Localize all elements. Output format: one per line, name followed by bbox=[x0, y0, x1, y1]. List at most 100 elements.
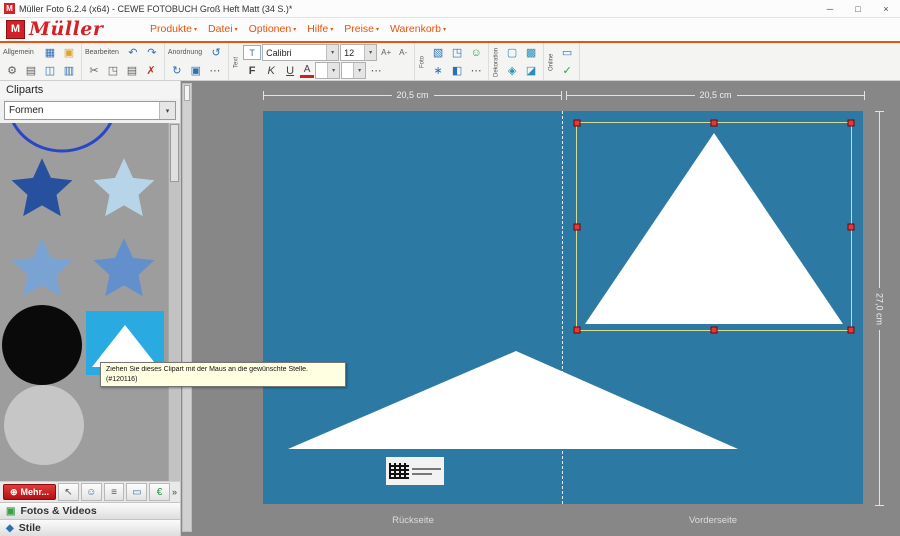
circle-clipart-gray[interactable] bbox=[4, 385, 84, 465]
selection-handle-se[interactable] bbox=[848, 327, 855, 334]
selection-handle-ne[interactable] bbox=[848, 120, 855, 127]
photo-frame-icon[interactable]: ▧ bbox=[429, 45, 447, 61]
frame-decoration-icon[interactable]: ◪ bbox=[522, 63, 540, 79]
smiley-tool-icon[interactable]: ☺ bbox=[81, 483, 102, 501]
order-barcode bbox=[386, 457, 444, 485]
menubar: M Müller Produkte▾ Datei▾ Optionen▾ Hilf… bbox=[0, 18, 900, 43]
fill-photo-icon[interactable]: ◧ bbox=[448, 63, 466, 79]
menu-datei[interactable]: Datei▾ bbox=[208, 23, 238, 35]
more-text-options-icon[interactable]: ⋯ bbox=[367, 63, 385, 79]
more-arrange-options-icon[interactable]: ⋯ bbox=[206, 63, 224, 79]
border-decoration-icon[interactable]: ▢ bbox=[503, 45, 521, 61]
rotate-right-icon[interactable]: ↻ bbox=[168, 63, 186, 79]
rotate-left-icon[interactable]: ↺ bbox=[207, 45, 225, 61]
font-size-value: 12 bbox=[344, 48, 354, 58]
chevron-down-icon: ▾ bbox=[194, 26, 197, 35]
menu-label: Hilfe bbox=[307, 23, 328, 35]
menu-preise[interactable]: Preise▾ bbox=[344, 23, 379, 35]
maximize-button[interactable]: □ bbox=[844, 0, 872, 17]
selection-handle-nw[interactable] bbox=[574, 120, 581, 127]
circle-clipart-black[interactable] bbox=[2, 305, 82, 385]
menu-produkte[interactable]: Produkte▾ bbox=[150, 23, 197, 35]
background-decoration-icon[interactable]: ▩ bbox=[522, 45, 540, 61]
crop-photo-icon[interactable]: ◳ bbox=[448, 45, 466, 61]
online-check-icon[interactable]: ✓ bbox=[558, 63, 576, 79]
font-color-icon[interactable]: A bbox=[300, 64, 314, 78]
delete-icon[interactable]: ✗ bbox=[142, 63, 160, 79]
canvas-scrollbar[interactable] bbox=[182, 83, 192, 532]
new-page-icon[interactable]: ▦ bbox=[41, 45, 59, 61]
increase-font-icon[interactable]: A+ bbox=[378, 45, 394, 61]
selection-frame[interactable] bbox=[576, 122, 852, 331]
text-frame-icon[interactable]: T bbox=[243, 45, 261, 60]
selection-handle-e[interactable] bbox=[848, 223, 855, 230]
minimize-button[interactable]: ─ bbox=[816, 0, 844, 17]
close-button[interactable]: × bbox=[872, 0, 900, 17]
smiley-photo-icon[interactable]: ☺ bbox=[467, 45, 485, 61]
mehr-button[interactable]: ⊕ Mehr... bbox=[3, 484, 56, 500]
cut-icon[interactable]: ✂ bbox=[85, 63, 103, 79]
panel-fotos-videos[interactable]: ▣ Fotos & Videos bbox=[0, 502, 180, 519]
settings-icon[interactable]: ⚙ bbox=[3, 63, 21, 79]
star-clipart-pale-blue[interactable] bbox=[84, 149, 164, 225]
ruler-front-value: 20,5 cm bbox=[694, 90, 736, 100]
italic-icon[interactable]: K bbox=[262, 63, 280, 79]
selection-handle-s[interactable] bbox=[711, 327, 718, 334]
pointer-tool-icon[interactable]: ↖ bbox=[58, 483, 79, 501]
panel-stile[interactable]: ◆ Stile bbox=[0, 519, 180, 536]
triangle-clipart-placed[interactable] bbox=[577, 123, 851, 330]
undo-icon[interactable]: ↶ bbox=[124, 45, 142, 61]
ruler-height-value: 27,0 cm bbox=[875, 287, 885, 329]
tooltip-id: (#120116) bbox=[106, 376, 340, 383]
toolbar-group-allgemein: Allgemein ▦ ▣ ⚙ ▤ ◫ ▥ bbox=[0, 43, 82, 80]
cliparts-scrollbar[interactable] bbox=[168, 123, 180, 481]
panel-stile-label: Stile bbox=[19, 522, 41, 534]
paste-icon[interactable]: ▤ bbox=[123, 63, 141, 79]
star-clipart-blue[interactable] bbox=[84, 229, 164, 305]
brand-name: Müller bbox=[29, 19, 103, 39]
page-spread[interactable] bbox=[263, 111, 863, 504]
more-tools-icon[interactable]: » bbox=[172, 487, 177, 497]
selection-handle-sw[interactable] bbox=[574, 327, 581, 334]
underline-icon[interactable]: U bbox=[281, 63, 299, 79]
copy-icon[interactable]: ◳ bbox=[104, 63, 122, 79]
menu-hilfe[interactable]: Hilfe▾ bbox=[307, 23, 333, 35]
scrollbar-thumb[interactable] bbox=[170, 124, 179, 182]
selection-handle-w[interactable] bbox=[574, 223, 581, 230]
bold-icon[interactable]: F bbox=[243, 63, 261, 79]
selection-handle-n[interactable] bbox=[711, 120, 718, 127]
sidebar-toolbar: ⊕ Mehr... ↖ ☺ ≡ ▭ € » bbox=[0, 481, 180, 502]
toolbar-group-online: Online ▭ ✓ bbox=[544, 43, 580, 80]
online-preview-icon[interactable]: ▭ bbox=[558, 45, 576, 61]
menu-optionen[interactable]: Optionen▾ bbox=[249, 23, 297, 35]
star-clipart-medium-blue[interactable] bbox=[2, 229, 82, 305]
monitor-tool-icon[interactable]: ▭ bbox=[126, 483, 147, 501]
redo-icon[interactable]: ↷ bbox=[143, 45, 161, 61]
scrollbar-thumb[interactable] bbox=[184, 85, 190, 101]
chevron-down-icon[interactable]: ▾ bbox=[159, 102, 175, 119]
decrease-font-icon[interactable]: A- bbox=[395, 45, 411, 61]
front-page-label: Vorderseite bbox=[689, 515, 737, 526]
cliparts-sidebar: Cliparts Formen ▾ bbox=[0, 81, 181, 536]
menu-warenkorb[interactable]: Warenkorb▾ bbox=[390, 23, 446, 35]
group-objects-icon[interactable]: ▣ bbox=[187, 63, 205, 79]
triangle-back-page[interactable] bbox=[288, 349, 738, 449]
cliparts-category-select[interactable]: Formen ▾ bbox=[4, 101, 176, 120]
page-layout-icon[interactable]: ▥ bbox=[60, 63, 78, 79]
text-spacing-select[interactable]: ▾ bbox=[341, 62, 366, 79]
enhance-photo-icon[interactable]: ∗ bbox=[429, 63, 447, 79]
font-family-select[interactable]: Calibri ▾ bbox=[262, 44, 339, 61]
mask-decoration-icon[interactable]: ◈ bbox=[503, 63, 521, 79]
list-tool-icon[interactable]: ≡ bbox=[104, 483, 125, 501]
star-clipart-dark-blue[interactable] bbox=[2, 149, 82, 225]
brand-logo: M Müller bbox=[6, 19, 103, 39]
save-icon[interactable]: ◫ bbox=[41, 63, 59, 79]
window-title: Müller Foto 6.2.4 (x64) - CEWE FOTOBUCH … bbox=[19, 4, 292, 14]
ruler-page-height: 27,0 cm bbox=[875, 111, 884, 506]
print-icon[interactable]: ▤ bbox=[22, 63, 40, 79]
open-project-icon[interactable]: ▣ bbox=[60, 45, 78, 61]
text-align-select[interactable]: ▾ bbox=[315, 62, 340, 79]
more-photo-options-icon[interactable]: ⋯ bbox=[467, 63, 485, 79]
font-size-select[interactable]: 12 ▾ bbox=[340, 44, 377, 61]
euro-tool-icon[interactable]: € bbox=[149, 483, 170, 501]
